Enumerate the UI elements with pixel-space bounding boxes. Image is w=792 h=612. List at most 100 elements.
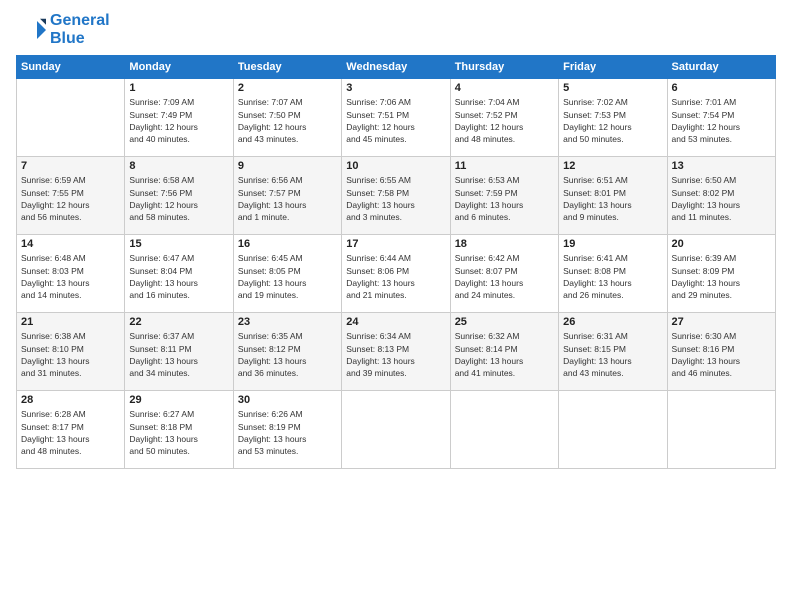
- weekday-header: Tuesday: [233, 56, 341, 79]
- day-info: Sunrise: 6:35 AMSunset: 8:12 PMDaylight:…: [238, 330, 337, 379]
- day-number: 9: [238, 160, 337, 172]
- page: General Blue SundayMondayTuesdayWednesda…: [0, 0, 792, 612]
- calendar-cell: 25 Sunrise: 6:32 AMSunset: 8:14 PMDayligh…: [450, 313, 558, 391]
- day-info: Sunrise: 6:31 AMSunset: 8:15 PMDaylight:…: [563, 330, 662, 379]
- calendar-cell: 12 Sunrise: 6:51 AMSunset: 8:01 PMDayligh…: [559, 157, 667, 235]
- calendar-cell: 20Sunrise: 6:39 AMSunset: 8:09 PMDayligh…: [667, 235, 775, 313]
- day-info: Sunrise: 6:44 AMSunset: 8:06 PMDaylight:…: [346, 252, 445, 301]
- calendar-week-row: 7Sunrise: 6:59 AMSunset: 7:55 PMDaylight…: [17, 157, 776, 235]
- day-info: Sunrise: 6:50 AMSunset: 8:02 PMDaylight:…: [672, 174, 771, 223]
- calendar-cell: 13 Sunrise: 6:50 AMSunset: 8:02 PMDayligh…: [667, 157, 775, 235]
- calendar-cell: 6 Sunrise: 7:01 AMSunset: 7:54 PMDaylight…: [667, 79, 775, 157]
- day-number: 5: [563, 82, 662, 94]
- calendar-week-row: 14 Sunrise: 6:48 AMSunset: 8:03 PMDayligh…: [17, 235, 776, 313]
- day-info: Sunrise: 6:47 AMSunset: 8:04 PMDaylight:…: [129, 252, 228, 301]
- calendar-cell: 19 Sunrise: 6:41 AMSunset: 8:08 PMDayligh…: [559, 235, 667, 313]
- day-info: Sunrise: 6:53 AMSunset: 7:59 PMDaylight:…: [455, 174, 554, 223]
- calendar-cell: 16 Sunrise: 6:45 AMSunset: 8:05 PMDayligh…: [233, 235, 341, 313]
- day-info: Sunrise: 6:56 AMSunset: 7:57 PMDaylight:…: [238, 174, 337, 223]
- calendar-cell: 11 Sunrise: 6:53 AMSunset: 7:59 PMDayligh…: [450, 157, 558, 235]
- day-number: 15: [129, 238, 228, 250]
- day-number: 29: [129, 394, 228, 406]
- weekday-header: Thursday: [450, 56, 558, 79]
- day-number: 16: [238, 238, 337, 250]
- calendar-cell: 14 Sunrise: 6:48 AMSunset: 8:03 PMDayligh…: [17, 235, 125, 313]
- weekday-header: Wednesday: [342, 56, 450, 79]
- day-number: 8: [129, 160, 228, 172]
- calendar-cell: 5 Sunrise: 7:02 AMSunset: 7:53 PMDaylight…: [559, 79, 667, 157]
- calendar-cell: 29 Sunrise: 6:27 AMSunset: 8:18 PMDayligh…: [125, 391, 233, 469]
- calendar-cell: 2 Sunrise: 7:07 AMSunset: 7:50 PMDaylight…: [233, 79, 341, 157]
- calendar-body: 1 Sunrise: 7:09 AMSunset: 7:49 PMDaylight…: [17, 79, 776, 469]
- calendar-cell: [667, 391, 775, 469]
- day-number: 27: [672, 316, 771, 328]
- day-info: Sunrise: 7:06 AMSunset: 7:51 PMDaylight:…: [346, 96, 445, 145]
- calendar-cell: 7Sunrise: 6:59 AMSunset: 7:55 PMDaylight…: [17, 157, 125, 235]
- calendar-cell: 1 Sunrise: 7:09 AMSunset: 7:49 PMDaylight…: [125, 79, 233, 157]
- day-info: Sunrise: 7:09 AMSunset: 7:49 PMDaylight:…: [129, 96, 228, 145]
- day-info: Sunrise: 7:02 AMSunset: 7:53 PMDaylight:…: [563, 96, 662, 145]
- day-number: 6: [672, 82, 771, 94]
- day-number: 11: [455, 160, 554, 172]
- day-number: 22: [129, 316, 228, 328]
- calendar-cell: [342, 391, 450, 469]
- calendar-cell: 27 Sunrise: 6:30 AMSunset: 8:16 PMDayligh…: [667, 313, 775, 391]
- header: General Blue: [16, 12, 776, 47]
- day-number: 30: [238, 394, 337, 406]
- logo-text: General Blue: [50, 12, 110, 47]
- calendar-cell: 23 Sunrise: 6:35 AMSunset: 8:12 PMDayligh…: [233, 313, 341, 391]
- day-info: Sunrise: 6:42 AMSunset: 8:07 PMDaylight:…: [455, 252, 554, 301]
- calendar-cell: 4 Sunrise: 7:04 AMSunset: 7:52 PMDaylight…: [450, 79, 558, 157]
- day-number: 14: [21, 238, 120, 250]
- logo-icon: [16, 15, 46, 45]
- day-info: Sunrise: 6:34 AMSunset: 8:13 PMDaylight:…: [346, 330, 445, 379]
- logo: General Blue: [16, 12, 110, 47]
- day-info: Sunrise: 7:04 AMSunset: 7:52 PMDaylight:…: [455, 96, 554, 145]
- header-row: SundayMondayTuesdayWednesdayThursdayFrid…: [17, 56, 776, 79]
- day-number: 26: [563, 316, 662, 328]
- day-number: 3: [346, 82, 445, 94]
- day-number: 12: [563, 160, 662, 172]
- day-info: Sunrise: 6:59 AMSunset: 7:55 PMDaylight:…: [21, 174, 120, 223]
- calendar-cell: 15 Sunrise: 6:47 AMSunset: 8:04 PMDayligh…: [125, 235, 233, 313]
- weekday-header: Saturday: [667, 56, 775, 79]
- day-info: Sunrise: 6:27 AMSunset: 8:18 PMDaylight:…: [129, 408, 228, 457]
- day-info: Sunrise: 6:37 AMSunset: 8:11 PMDaylight:…: [129, 330, 228, 379]
- calendar-cell: 3 Sunrise: 7:06 AMSunset: 7:51 PMDaylight…: [342, 79, 450, 157]
- day-info: Sunrise: 6:32 AMSunset: 8:14 PMDaylight:…: [455, 330, 554, 379]
- day-number: 25: [455, 316, 554, 328]
- weekday-header: Friday: [559, 56, 667, 79]
- day-number: 18: [455, 238, 554, 250]
- day-info: Sunrise: 6:38 AMSunset: 8:10 PMDaylight:…: [21, 330, 120, 379]
- calendar-table: SundayMondayTuesdayWednesdayThursdayFrid…: [16, 55, 776, 469]
- day-info: Sunrise: 6:51 AMSunset: 8:01 PMDaylight:…: [563, 174, 662, 223]
- day-number: 28: [21, 394, 120, 406]
- weekday-header: Sunday: [17, 56, 125, 79]
- calendar-cell: [559, 391, 667, 469]
- calendar-week-row: 1 Sunrise: 7:09 AMSunset: 7:49 PMDaylight…: [17, 79, 776, 157]
- day-info: Sunrise: 6:58 AMSunset: 7:56 PMDaylight:…: [129, 174, 228, 223]
- day-number: 19: [563, 238, 662, 250]
- day-number: 20: [672, 238, 771, 250]
- day-info: Sunrise: 6:48 AMSunset: 8:03 PMDaylight:…: [21, 252, 120, 301]
- calendar-cell: 9 Sunrise: 6:56 AMSunset: 7:57 PMDaylight…: [233, 157, 341, 235]
- day-info: Sunrise: 7:07 AMSunset: 7:50 PMDaylight:…: [238, 96, 337, 145]
- calendar-cell: [450, 391, 558, 469]
- calendar-header: SundayMondayTuesdayWednesdayThursdayFrid…: [17, 56, 776, 79]
- day-number: 4: [455, 82, 554, 94]
- day-info: Sunrise: 6:28 AMSunset: 8:17 PMDaylight:…: [21, 408, 120, 457]
- day-number: 17: [346, 238, 445, 250]
- day-info: Sunrise: 6:45 AMSunset: 8:05 PMDaylight:…: [238, 252, 337, 301]
- calendar-cell: [17, 79, 125, 157]
- day-number: 1: [129, 82, 228, 94]
- day-info: Sunrise: 6:30 AMSunset: 8:16 PMDaylight:…: [672, 330, 771, 379]
- day-info: Sunrise: 7:01 AMSunset: 7:54 PMDaylight:…: [672, 96, 771, 145]
- day-number: 13: [672, 160, 771, 172]
- calendar-cell: 26 Sunrise: 6:31 AMSunset: 8:15 PMDayligh…: [559, 313, 667, 391]
- calendar-week-row: 21Sunrise: 6:38 AMSunset: 8:10 PMDayligh…: [17, 313, 776, 391]
- day-info: Sunrise: 6:55 AMSunset: 7:58 PMDaylight:…: [346, 174, 445, 223]
- calendar-cell: 28 Sunrise: 6:28 AMSunset: 8:17 PMDayligh…: [17, 391, 125, 469]
- day-number: 2: [238, 82, 337, 94]
- day-info: Sunrise: 6:41 AMSunset: 8:08 PMDaylight:…: [563, 252, 662, 301]
- day-number: 23: [238, 316, 337, 328]
